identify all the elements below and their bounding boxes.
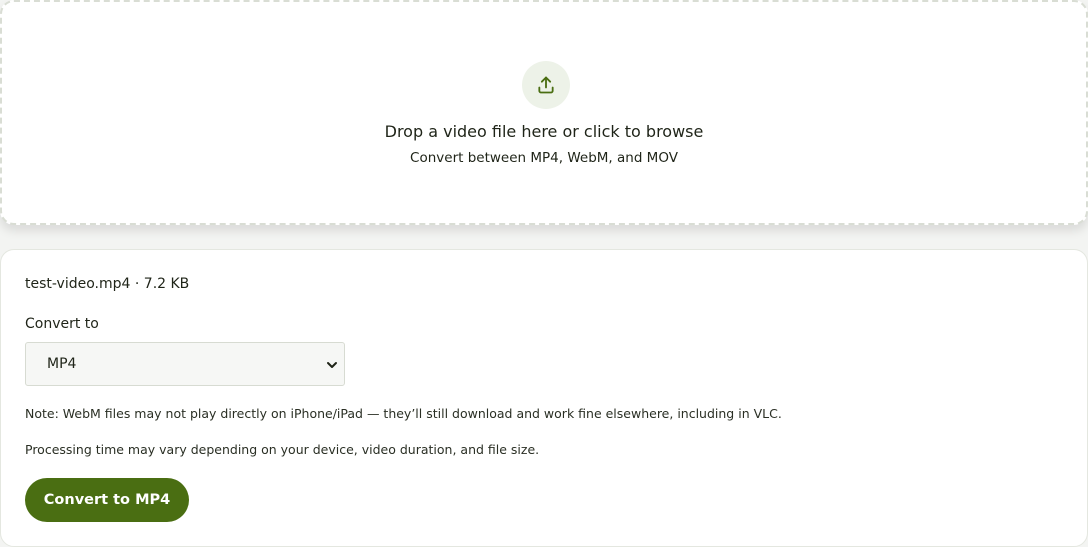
format-select-value: MP4 — [47, 356, 77, 372]
format-select[interactable]: MP4 — [25, 342, 345, 386]
file-dropzone[interactable]: Drop a video file here or click to brows… — [0, 0, 1088, 225]
dropzone-title: Drop a video file here or click to brows… — [384, 122, 704, 141]
convert-button[interactable]: Convert to MP4 — [25, 478, 189, 522]
file-info: test-video.mp4 · 7.2 KB — [25, 276, 190, 292]
chevron-down-icon — [327, 362, 337, 368]
webm-note: Note: WebM files may not play directly o… — [25, 406, 782, 421]
convert-to-label: Convert to — [25, 316, 99, 332]
upload-icon — [522, 61, 570, 109]
conversion-panel: test-video.mp4 · 7.2 KB Convert to MP4 N… — [0, 249, 1088, 547]
processing-note: Processing time may vary depending on yo… — [25, 442, 540, 457]
dropzone-subtitle: Convert between MP4, WebM, and MOV — [410, 150, 678, 166]
